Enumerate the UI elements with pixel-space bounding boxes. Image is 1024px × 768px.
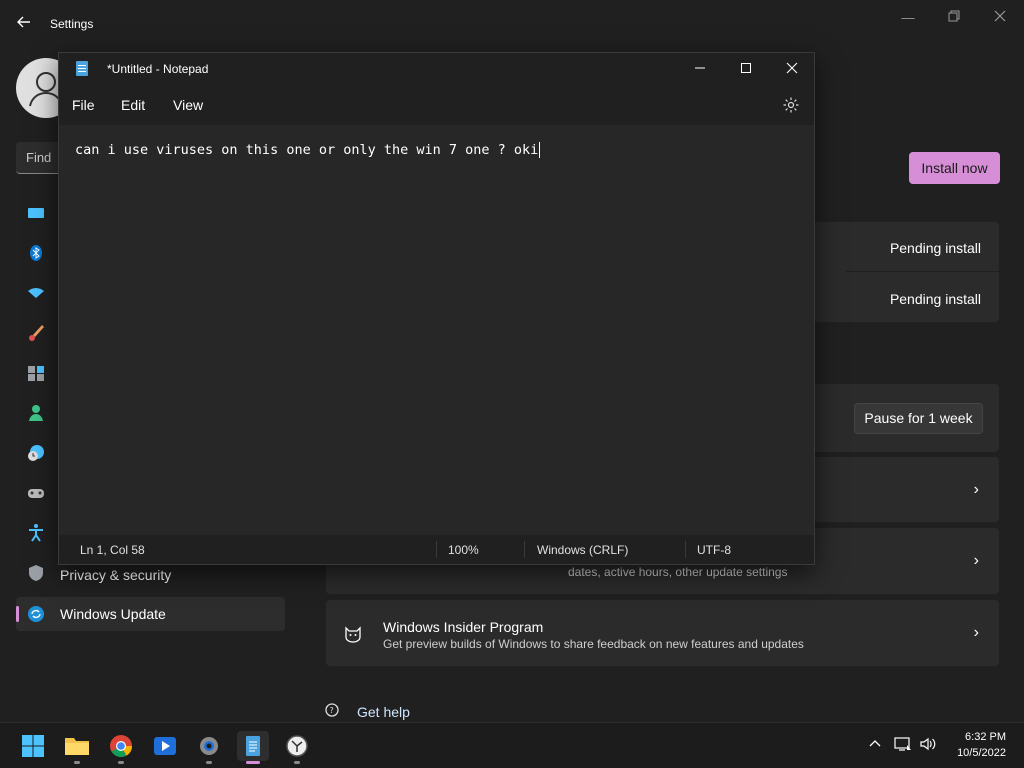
- media-player-taskbar-button[interactable]: [150, 731, 180, 761]
- wifi-icon[interactable]: [26, 283, 46, 303]
- media-player-icon: [154, 737, 176, 755]
- time-language-icon[interactable]: [26, 443, 46, 463]
- windows-logo-icon: [22, 735, 44, 757]
- menu-view[interactable]: View: [173, 97, 203, 113]
- gaming-icon[interactable]: [26, 483, 46, 503]
- clock-date: 10/5/2022: [957, 747, 1006, 759]
- install-now-button[interactable]: Install now: [909, 152, 1000, 184]
- notepad-content: can i use viruses on this one or only th…: [75, 142, 539, 158]
- alarm-clock-icon: [286, 735, 308, 757]
- status-zoom: 100%: [448, 543, 479, 557]
- settings-close-button[interactable]: [990, 8, 1010, 28]
- volume-icon: [920, 737, 936, 751]
- chrome-icon: [110, 735, 132, 757]
- status-encoding: UTF-8: [697, 543, 731, 557]
- restore-icon: [948, 10, 960, 22]
- chevron-right-icon: ›: [973, 624, 979, 641]
- running-indicator: [294, 761, 300, 764]
- network-icon: [894, 737, 911, 751]
- chevron-up-icon: [869, 740, 881, 747]
- minimize-icon: [695, 67, 705, 69]
- windows-insider-card[interactable]: Windows Insider Program Get preview buil…: [326, 600, 999, 666]
- selection-indicator: [16, 606, 19, 622]
- menu-file[interactable]: File: [72, 97, 95, 113]
- back-button[interactable]: [14, 14, 34, 34]
- system-icon[interactable]: [26, 203, 46, 223]
- bluetooth-icon[interactable]: [26, 243, 46, 263]
- volume-button[interactable]: [919, 736, 937, 755]
- taskbar: 6:32 PM 10/5/2022: [0, 722, 1024, 768]
- chevron-right-icon: ›: [973, 481, 979, 498]
- insider-title: Windows Insider Program: [383, 619, 544, 635]
- folder-icon: [65, 738, 89, 755]
- pending-status-1: Pending install: [889, 240, 981, 256]
- shield-icon[interactable]: [26, 563, 46, 583]
- status-cursor-position: Ln 1, Col 58: [80, 543, 145, 557]
- chevron-right-icon: ›: [973, 552, 979, 569]
- running-indicator: [74, 761, 80, 764]
- notepad-icon: [246, 736, 260, 756]
- settings-restore-button[interactable]: [944, 8, 964, 28]
- pause-for-1-week-button[interactable]: Pause for 1 week: [854, 403, 983, 434]
- taskbar-clock[interactable]: 6:32 PM 10/5/2022: [957, 729, 1006, 761]
- settings-minimize-button[interactable]: —: [898, 8, 918, 28]
- show-hidden-icons-button[interactable]: [868, 737, 882, 754]
- back-arrow-icon: [17, 16, 30, 28]
- network-button[interactable]: [894, 736, 912, 755]
- notepad-maximize-button[interactable]: [723, 53, 769, 85]
- divider: [846, 271, 999, 272]
- brush-icon[interactable]: [26, 323, 46, 343]
- close-icon: [994, 10, 1006, 22]
- active-indicator: [246, 761, 260, 764]
- running-indicator: [118, 761, 124, 764]
- notepad-app-icon: [76, 61, 88, 76]
- menu-edit[interactable]: Edit: [121, 97, 145, 113]
- notepad-text-area[interactable]: can i use viruses on this one or only th…: [59, 125, 814, 537]
- svg-text:?: ?: [330, 706, 334, 715]
- settings-taskbar-button[interactable]: [194, 731, 224, 761]
- status-separator: [524, 541, 525, 558]
- notepad-statusbar: Ln 1, Col 58 100% Windows (CRLF) UTF-8: [59, 535, 814, 564]
- accounts-icon[interactable]: [26, 403, 46, 423]
- search-placeholder: Find: [26, 150, 52, 165]
- insider-cat-icon: [343, 624, 363, 644]
- notepad-text-line: can i use viruses on this one or only th…: [75, 142, 541, 158]
- notepad-title: *Untitled - Notepad: [107, 62, 209, 76]
- status-separator: [685, 541, 686, 558]
- notepad-titlebar[interactable]: *Untitled - Notepad: [59, 53, 814, 85]
- notepad-settings-button[interactable]: [782, 96, 800, 114]
- advanced-options-subtitle: dates, active hours, other update settin…: [568, 565, 788, 579]
- pending-status-2: Pending install: [889, 291, 981, 307]
- file-explorer-taskbar-button[interactable]: [62, 731, 92, 761]
- clock-time: 6:32 PM: [965, 731, 1006, 743]
- notepad-window: *Untitled - Notepad File Edit View can i…: [58, 52, 815, 565]
- insider-subtitle: Get preview builds of Windows to share f…: [383, 637, 804, 651]
- windows-update-icon: [26, 604, 46, 624]
- accessibility-icon[interactable]: [26, 523, 46, 543]
- maximize-icon: [741, 63, 751, 73]
- notepad-close-button[interactable]: [769, 53, 815, 85]
- settings-gear-icon: [200, 737, 218, 755]
- apps-icon[interactable]: [26, 363, 46, 383]
- nav-label-privacy[interactable]: Privacy & security: [60, 567, 171, 583]
- settings-title: Settings: [50, 17, 94, 31]
- notepad-menubar: File Edit View: [59, 85, 814, 125]
- get-help-link[interactable]: Get help: [357, 704, 410, 720]
- notepad-taskbar-button[interactable]: [237, 731, 269, 761]
- text-caret: [539, 142, 541, 158]
- clock-app-taskbar-button[interactable]: [282, 731, 312, 761]
- close-icon: [786, 62, 798, 74]
- nav-label-windows-update: Windows Update: [60, 606, 166, 622]
- help-icon: ?: [324, 702, 342, 720]
- status-line-ending: Windows (CRLF): [537, 543, 629, 557]
- gear-icon: [783, 97, 799, 113]
- running-indicator: [206, 761, 212, 764]
- settings-titlebar: Settings —: [0, 0, 1024, 48]
- start-button[interactable]: [18, 731, 48, 761]
- status-separator: [436, 541, 437, 558]
- notepad-minimize-button[interactable]: [677, 53, 723, 85]
- chrome-taskbar-button[interactable]: [106, 731, 136, 761]
